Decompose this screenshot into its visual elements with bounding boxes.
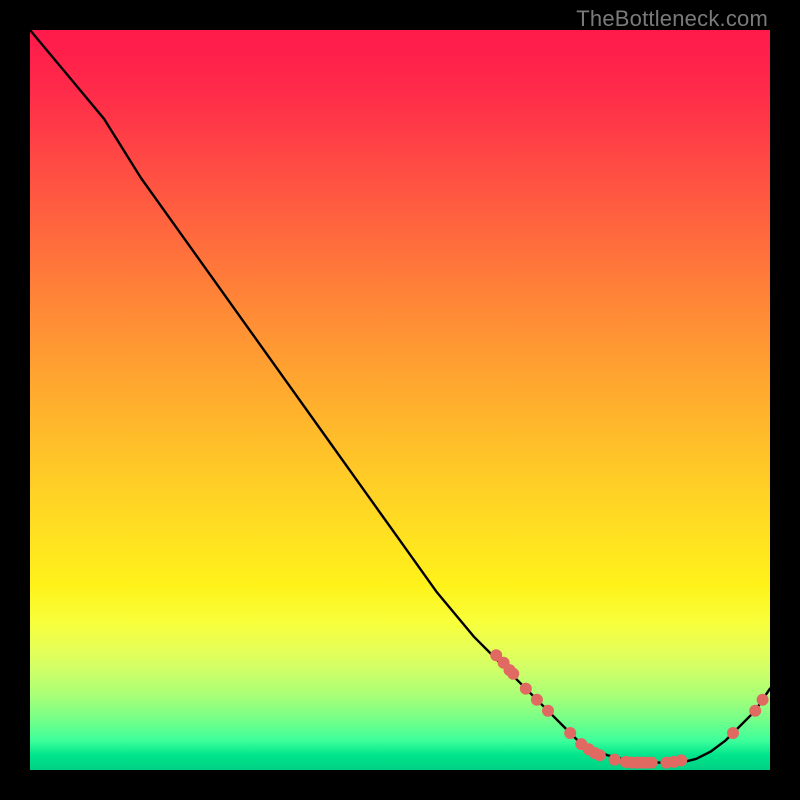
- chart-svg: [30, 30, 770, 770]
- sample-point: [609, 754, 621, 766]
- sample-point: [757, 694, 769, 706]
- chart-frame: TheBottleneck.com: [0, 0, 800, 800]
- sample-point: [727, 727, 739, 739]
- sample-point: [520, 683, 532, 695]
- plot-area: [30, 30, 770, 770]
- sample-point: [542, 705, 554, 717]
- sample-points-group: [490, 649, 768, 768]
- sample-point: [531, 694, 543, 706]
- sample-point: [594, 749, 606, 761]
- bottleneck-curve: [30, 30, 770, 763]
- sample-point: [564, 727, 576, 739]
- sample-point: [675, 754, 687, 766]
- sample-point: [749, 705, 761, 717]
- sample-point: [507, 668, 519, 680]
- watermark-text: TheBottleneck.com: [576, 6, 768, 32]
- sample-point: [646, 757, 658, 769]
